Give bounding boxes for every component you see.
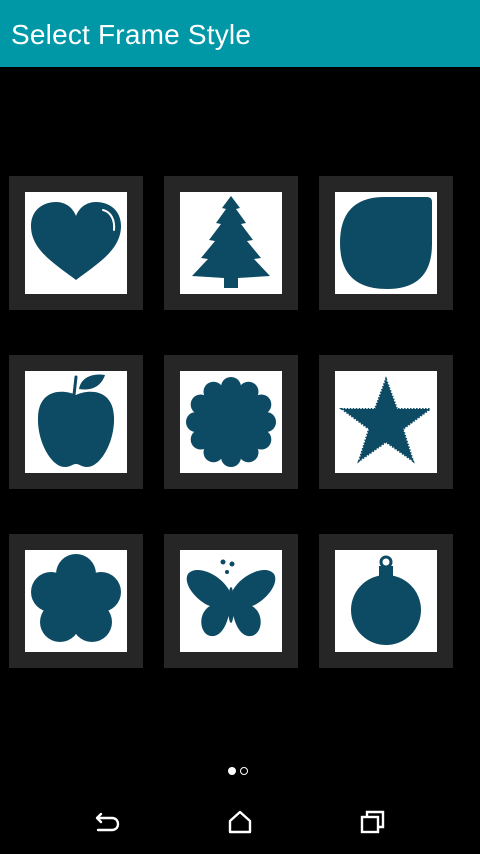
frame-option-apple[interactable] bbox=[9, 355, 143, 489]
page-indicator bbox=[227, 767, 253, 777]
back-button[interactable] bbox=[87, 802, 127, 842]
recents-button[interactable] bbox=[353, 802, 393, 842]
ornament-ball-icon bbox=[351, 555, 421, 645]
home-button[interactable] bbox=[220, 802, 260, 842]
frame-option-flower-sun[interactable] bbox=[164, 355, 298, 489]
back-icon bbox=[95, 812, 120, 832]
frame-grid bbox=[0, 0, 480, 854]
butterfly-icon bbox=[186, 559, 276, 637]
flower-icon bbox=[31, 554, 121, 642]
frame-option-ornament[interactable] bbox=[319, 534, 453, 668]
frame-preview bbox=[25, 550, 127, 652]
apple-icon bbox=[37, 374, 115, 467]
frame-option-star[interactable] bbox=[319, 355, 453, 489]
scalloped-flower-icon bbox=[186, 377, 276, 467]
frame-option-tree[interactable] bbox=[164, 176, 298, 310]
navigation-bar bbox=[0, 790, 480, 854]
frame-preview bbox=[180, 371, 282, 473]
page-dot-inactive bbox=[240, 767, 248, 775]
frame-preview bbox=[180, 192, 282, 294]
page-dot-active bbox=[228, 767, 236, 775]
home-icon bbox=[228, 810, 252, 834]
frame-option-butterfly[interactable] bbox=[164, 534, 298, 668]
frame-preview bbox=[335, 192, 437, 294]
heart-icon bbox=[31, 202, 121, 280]
frame-option-drop[interactable] bbox=[319, 176, 453, 310]
frame-preview bbox=[335, 550, 437, 652]
frame-preview bbox=[25, 192, 127, 294]
frame-preview bbox=[335, 371, 437, 473]
frame-option-flower[interactable] bbox=[9, 534, 143, 668]
frame-preview bbox=[180, 550, 282, 652]
frame-option-heart[interactable] bbox=[9, 176, 143, 310]
drop-corner-icon bbox=[340, 197, 432, 289]
christmas-tree-icon bbox=[192, 196, 270, 288]
recents-icon bbox=[360, 810, 385, 834]
frame-preview bbox=[25, 371, 127, 473]
star-icon bbox=[338, 376, 434, 464]
